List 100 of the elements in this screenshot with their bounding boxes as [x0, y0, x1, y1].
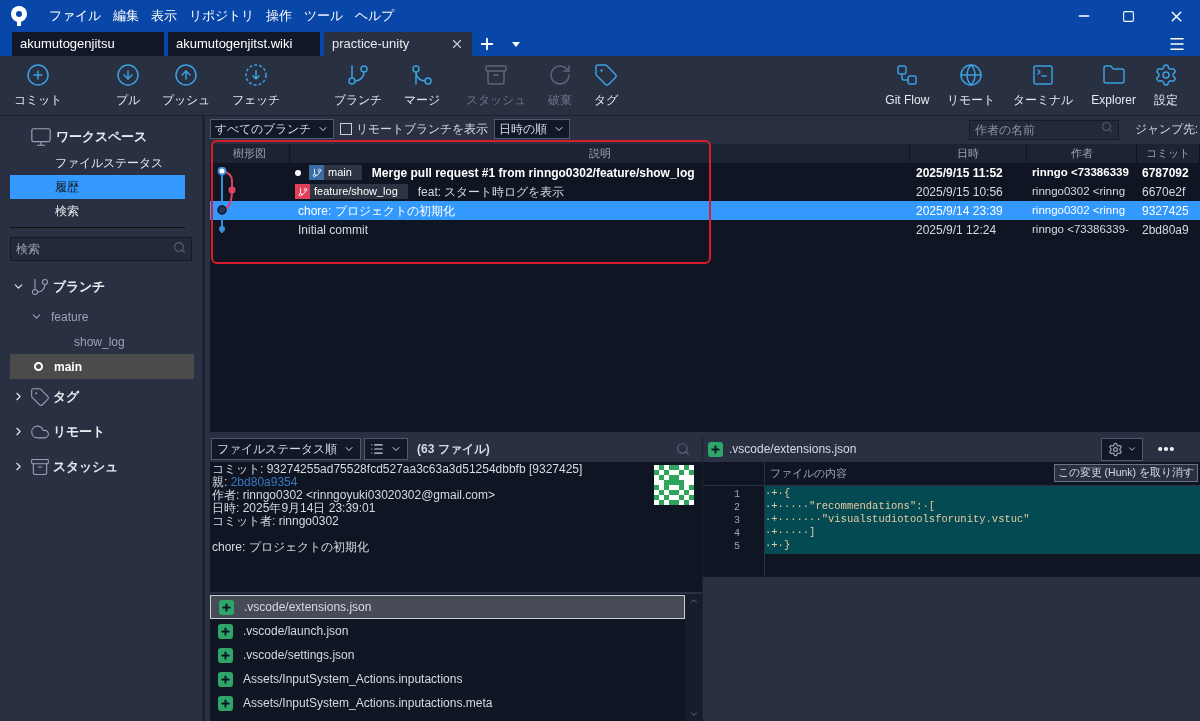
code-line: ·+·{ — [765, 487, 792, 500]
sidebar-item[interactable]: 検索 — [10, 199, 185, 223]
branch-icon — [346, 62, 370, 87]
menu-item[interactable]: 表示 — [145, 6, 183, 26]
menu-item[interactable]: リポジトリ — [183, 6, 260, 26]
commit-row[interactable]: main Merge pull request #1 from rinngo0302/feature/show_log 2025/9/15 11:52 rinngo <73386339 6787092 — [210, 163, 1200, 182]
hash-cell-text: 9327425 — [1141, 202, 1190, 220]
added-icon — [708, 441, 723, 457]
hash-cell-text: 6787092 — [1141, 164, 1190, 182]
hash-cell-text: 2bd80a9 — [1141, 221, 1190, 239]
toolbar-button[interactable]: ターミナル — [1005, 62, 1082, 109]
toolbar-button[interactable]: ブランチ — [326, 62, 390, 109]
toolbar-button[interactable]: プル — [108, 62, 148, 109]
line-number: 4 — [733, 527, 741, 539]
toolbar-button[interactable]: 設定 — [1146, 62, 1186, 109]
jump-label: ジャンプ先: — [1134, 121, 1198, 138]
column-header[interactable]: 説明 — [290, 144, 910, 163]
tag-icon — [594, 62, 618, 87]
file-item[interactable]: .vscode/extensions.json — [210, 595, 685, 619]
menu-item[interactable]: ツール — [298, 6, 349, 26]
branch-tag: feature/show_log — [295, 184, 408, 199]
sidebar-section[interactable]: リモート — [10, 414, 194, 449]
stash-icon — [484, 62, 508, 87]
author-cell-text: rinngo <73386339- — [1031, 221, 1130, 237]
column-header[interactable]: 日時 — [910, 144, 1027, 163]
sidebar-section[interactable]: ブランチ — [10, 269, 194, 304]
show-remote-checkbox[interactable]: リモートブランチを表示 — [340, 120, 488, 138]
terminal-icon — [1031, 62, 1056, 87]
author-search-field[interactable]: 作者の名前 — [968, 120, 1119, 140]
commit-row[interactable]: Initial commit 2025/9/1 12:24 rinngo <73386339- 2bd80a9 — [210, 220, 1200, 239]
discard-hunk-button[interactable]: この変更 (Hunk) を取り消す — [1053, 464, 1198, 482]
detail-line: コミット: 93274255ad75528fcd527aa3c63a3d51254dbbfb [9327425] — [212, 463, 584, 476]
commit-message: chore: プロジェクトの初期化 — [212, 541, 370, 554]
branch-filter-dropdown[interactable]: すべてのブランチ — [210, 119, 334, 139]
hash-cell-text: 6670e2f — [1141, 183, 1187, 201]
folder-icon — [1101, 62, 1126, 87]
date-cell-text: 2025/9/14 23:39 — [915, 202, 1004, 220]
sidebar-item[interactable]: ファイルステータス — [10, 151, 185, 175]
sidebar-item[interactable]: 履歴 — [10, 175, 185, 199]
file-sort-dropdown[interactable]: ファイルステータス順 — [211, 438, 361, 460]
toolbar-button[interactable]: タグ — [586, 62, 626, 109]
app-logo-icon — [9, 5, 29, 27]
date-cell-text: 2025/9/1 12:24 — [915, 221, 998, 239]
stash-icon — [30, 456, 50, 477]
menu-item[interactable]: 編集 — [107, 6, 145, 26]
column-header[interactable]: 樹形図 — [210, 144, 290, 163]
view-mode-dropdown[interactable] — [364, 438, 408, 460]
menu-icon[interactable] — [1168, 35, 1186, 53]
toolbar-button[interactable]: リモート — [939, 62, 1004, 109]
maximize-icon[interactable] — [1122, 9, 1135, 23]
branch-item[interactable]: show_log — [10, 329, 194, 354]
sort-dropdown[interactable]: 日時の順 — [494, 119, 570, 139]
add-tab-icon[interactable] — [478, 35, 496, 53]
menu-item[interactable]: ファイル — [43, 6, 107, 26]
commit-message: Initial commit — [298, 221, 368, 239]
repository-tab[interactable]: practice-unity — [324, 32, 472, 56]
search-field[interactable]: 検索 — [10, 237, 192, 261]
fetch-icon — [244, 62, 268, 87]
section-title: ワークスペース — [56, 128, 147, 147]
monitor-icon — [30, 126, 52, 148]
line-number: 5 — [733, 540, 741, 552]
file-item[interactable]: .vscode/settings.json — [210, 643, 685, 667]
file-item[interactable]: Assets/InputSystem_Actions.inputactions — [210, 667, 685, 691]
repository-tab[interactable]: akumutogenjitsu — [12, 32, 164, 56]
caret-icon[interactable] — [512, 42, 520, 47]
repository-tab[interactable]: akumutogenjitst.wiki — [168, 32, 320, 56]
code-line: ·+·······"visualstudiotoolsforunity.vstuc" — [765, 513, 1031, 526]
file-item[interactable]: .vscode/launch.json — [210, 619, 685, 643]
code-line: ·+·} — [765, 539, 792, 552]
branch-item[interactable]: main — [10, 354, 194, 379]
line-number: 3 — [733, 514, 741, 526]
column-header[interactable]: 作者 — [1027, 144, 1137, 163]
parent-link[interactable]: 2bd80a9354 — [230, 475, 298, 489]
close-icon[interactable] — [450, 37, 464, 51]
sidebar-section[interactable]: タグ — [10, 379, 194, 414]
column-header[interactable]: コミット — [1137, 144, 1200, 163]
menu-item[interactable]: ヘルプ — [349, 6, 400, 26]
toolbar-button[interactable]: プッシュ — [154, 62, 218, 109]
diff-file-name: .vscode/extensions.json — [729, 441, 858, 458]
commit-icon — [26, 62, 50, 87]
commit-row[interactable]: feature/show_log feat: スタート時ログを表示 2025/9/15 10:56 rinngo0302 <rinng 6670e2f — [210, 182, 1200, 201]
settings-dropdown[interactable] — [1101, 437, 1143, 461]
date-cell-text: 2025/9/15 11:52 — [915, 164, 1004, 182]
commit-message: feat: スタート時ログを表示 — [417, 183, 565, 201]
current-branch-icon — [34, 362, 43, 371]
file-item[interactable]: Assets/InputSystem_Actions.inputactions.meta — [210, 691, 685, 715]
toolbar-button[interactable]: マージ — [396, 62, 448, 109]
branch-item[interactable]: feature — [10, 304, 194, 329]
toolbar-button[interactable]: フェッチ — [224, 62, 288, 109]
detail-line: コミット者: rinngo0302 — [212, 515, 340, 528]
toolbar-button[interactable]: Explorer — [1083, 62, 1144, 109]
detail-line: 作者: rinngo0302 <rinngoyuki03020302@gmail.com> — [212, 489, 497, 502]
column-header: ファイルの内容 — [769, 466, 848, 482]
sidebar-section[interactable]: スタッシュ — [10, 449, 194, 484]
toolbar-button[interactable]: コミット — [6, 62, 70, 109]
toolbar-button[interactable]: Git Flow — [877, 62, 938, 109]
chevron-icon — [1126, 444, 1137, 454]
branch-tag: main — [309, 165, 362, 180]
menu-item[interactable]: 操作 — [260, 6, 298, 26]
globe-icon — [959, 62, 984, 87]
